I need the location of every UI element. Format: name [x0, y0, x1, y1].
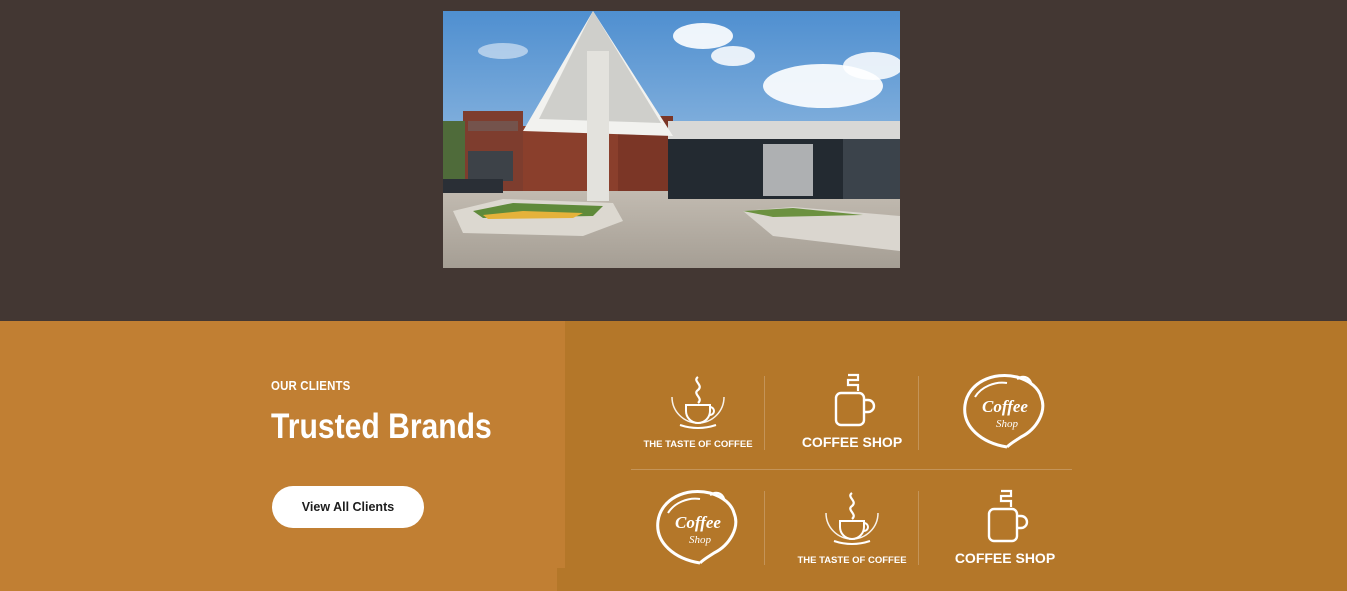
svg-text:THE TASTE OF COFFEE: THE TASTE OF COFFEE — [797, 555, 906, 566]
section-heading: Trusted Brands — [271, 407, 492, 446]
client-logo-taste-of-coffee[interactable]: THE TASTE OF COFFEE — [782, 483, 922, 573]
client-logo-coffee-shop-script[interactable]: Coffee Shop — [935, 367, 1075, 457]
svg-text:Coffee: Coffee — [675, 513, 721, 532]
hero-section — [0, 0, 1347, 321]
clients-section: OUR CLIENTS Trusted Brands View All Clie… — [0, 321, 1347, 591]
section-eyebrow: OUR CLIENTS — [271, 378, 351, 393]
svg-text:Shop: Shop — [689, 534, 712, 546]
client-logo-coffee-shop-script[interactable]: Coffee Shop — [628, 483, 768, 573]
client-logo-coffee-shop-mug[interactable]: COFFEE SHOP — [935, 483, 1075, 573]
building-photo — [443, 11, 900, 268]
coffee-mug-icon: COFFEE SHOP — [955, 489, 1055, 566]
svg-text:Shop: Shop — [996, 418, 1019, 430]
svg-text:COFFEE SHOP: COFFEE SHOP — [802, 434, 902, 450]
grid-divider — [631, 469, 1072, 470]
svg-text:COFFEE SHOP: COFFEE SHOP — [955, 550, 1055, 566]
view-all-clients-button[interactable]: View All Clients — [272, 486, 424, 528]
coffee-splash-icon: Coffee Shop — [963, 374, 1045, 449]
coffee-cup-steam-icon: THE TASTE OF COFFEE — [797, 492, 907, 566]
panel-notch — [557, 568, 565, 591]
coffee-splash-icon: Coffee Shop — [656, 490, 738, 565]
coffee-cup-steam-icon: THE TASTE OF COFFEE — [643, 376, 753, 450]
client-logo-taste-of-coffee[interactable]: THE TASTE OF COFFEE — [628, 367, 768, 457]
client-logo-coffee-shop-mug[interactable]: COFFEE SHOP — [782, 367, 922, 457]
svg-text:Coffee: Coffee — [982, 397, 1028, 416]
svg-text:THE TASTE OF COFFEE: THE TASTE OF COFFEE — [643, 439, 752, 450]
coffee-mug-icon: COFFEE SHOP — [802, 373, 902, 450]
